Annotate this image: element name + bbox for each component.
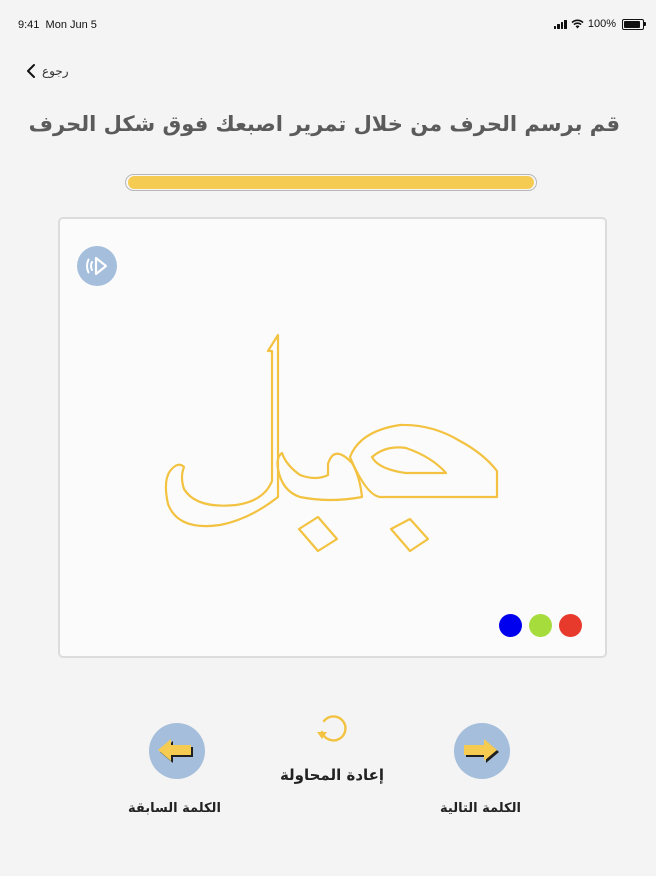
pen-color-red[interactable] xyxy=(559,614,582,637)
back-label: رجوع xyxy=(42,64,69,78)
drawing-canvas[interactable] xyxy=(58,217,607,658)
progress-bar xyxy=(125,174,537,191)
retry-label[interactable]: إعادة المحاولة xyxy=(272,766,392,784)
status-time: 9:41 Mon Jun 5 xyxy=(18,19,97,31)
lam-outline xyxy=(164,333,280,528)
pen-color-blue[interactable] xyxy=(499,614,522,637)
dot-jeem xyxy=(389,517,430,553)
previous-word-button[interactable] xyxy=(149,723,205,779)
next-word-label: الكلمة التالية xyxy=(440,801,521,816)
battery-percent: 100% xyxy=(587,18,616,30)
dot-beh xyxy=(297,515,339,553)
status-date: Mon Jun 5 xyxy=(45,19,97,31)
chevron-left-icon xyxy=(27,64,35,78)
status-bar: 9:41 Mon Jun 5 100% xyxy=(0,0,656,50)
status-indicators: 100% xyxy=(553,18,646,30)
pen-color-green[interactable] xyxy=(529,614,552,637)
wifi-icon xyxy=(571,19,584,29)
arrow-right-icon xyxy=(464,739,499,763)
beh-outline xyxy=(276,451,364,502)
retry-icon[interactable] xyxy=(312,710,350,748)
battery-level xyxy=(624,20,640,28)
progress-fill xyxy=(128,176,534,189)
signal-icon xyxy=(553,19,567,29)
previous-word-label: الكلمة السابقة xyxy=(128,801,221,816)
bottom-controls: الكلمة السابقة إعادة المحاولة الكلمة الت… xyxy=(0,690,656,876)
back-button[interactable]: رجوع xyxy=(26,63,69,79)
battery-icon xyxy=(622,18,646,30)
jeem-outline xyxy=(348,423,499,499)
instruction-text: قم برسم الحرف من خلال تمرير اصبعك فوق شك… xyxy=(28,112,620,136)
arrow-left-icon xyxy=(158,739,193,763)
next-word-button[interactable] xyxy=(454,723,510,779)
status-clock: 9:41 xyxy=(18,19,40,31)
word-outline xyxy=(164,333,499,553)
